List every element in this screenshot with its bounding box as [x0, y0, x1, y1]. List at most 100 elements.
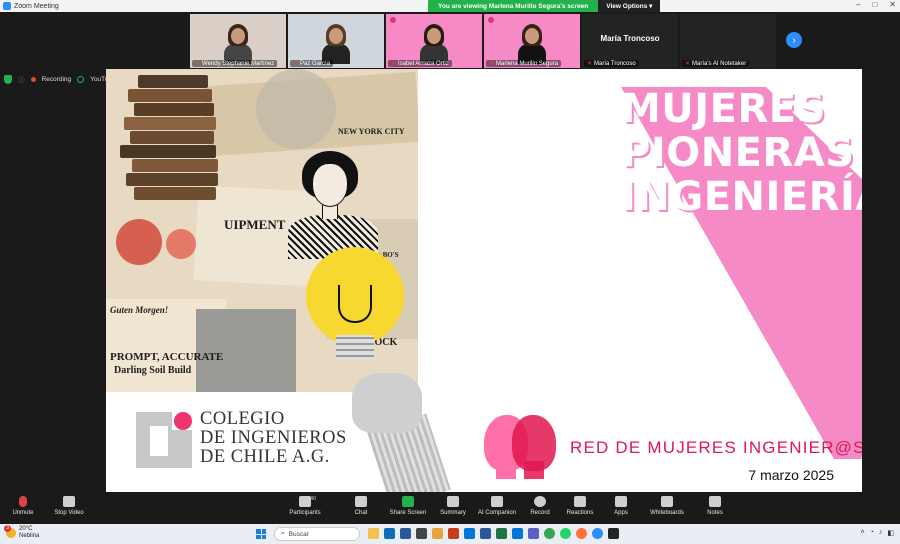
mic-muted-icon: ✕ — [685, 61, 691, 67]
participant-tile[interactable]: María Troncoso ✕ María Troncoso — [582, 14, 678, 68]
window-title: Zoom Meeting — [14, 2, 59, 10]
participant-name: María Troncoso — [594, 61, 636, 67]
taskbar-search-box[interactable]: ⌕ Buscar — [274, 527, 360, 541]
collage-text: NEW YORK CITY — [338, 127, 405, 136]
system-tray: ˄ ◔ ♪ ◧ — [861, 529, 894, 537]
next-page-button[interactable]: › — [786, 32, 802, 48]
participant-video — [322, 24, 350, 64]
whatsapp-icon[interactable] — [560, 528, 571, 539]
participant-name: Marlena Murillo Segura — [496, 61, 559, 67]
participant-video — [518, 24, 546, 64]
shield-icon[interactable] — [4, 74, 12, 84]
screen-share-banner: You are viewing Marlena Murillo Segura's… — [428, 0, 661, 12]
share-screen-icon — [402, 496, 414, 507]
two-heads-icon — [484, 415, 560, 481]
slide-date: 7 marzo 2025 — [748, 467, 834, 483]
cig-logo-icon — [136, 412, 192, 468]
participant-tile[interactable]: ✕ María's AI Notetaker — [680, 14, 776, 68]
outlook-icon[interactable] — [512, 528, 523, 539]
app-icon[interactable] — [608, 528, 619, 539]
record-icon — [534, 496, 546, 507]
teams-icon[interactable] — [528, 528, 539, 539]
participant-tile[interactable]: ✕ Isabel Arriaza Ortiz — [386, 14, 482, 68]
whiteboard-icon — [661, 496, 673, 507]
woman-portrait-illustration — [288, 149, 378, 259]
participant-tile[interactable]: ✕ Marlena Murillo Segura — [484, 14, 580, 68]
recording-dot-icon — [30, 76, 36, 82]
shared-slide: UIPMENT PROMPT, ACCURATE Darling Soil Bu… — [106, 69, 862, 494]
microphone-muted-icon — [19, 496, 27, 507]
windows-start-button[interactable] — [256, 529, 266, 539]
zoom-icon[interactable] — [592, 528, 603, 539]
chevron-up-icon[interactable]: ˄ — [861, 529, 865, 537]
chat-icon — [355, 496, 367, 507]
app-icon[interactable] — [400, 528, 411, 539]
stop-video-button[interactable]: Stop Video — [42, 496, 96, 516]
participant-name: Paz García — [300, 61, 331, 67]
rdm-logo-icon — [390, 17, 396, 23]
mic-muted-icon: ✕ — [391, 61, 397, 67]
meeting-stage: ✕ Wendy Stephanie Martínez ✕ Paz García ✕ I… — [0, 12, 900, 494]
maximize-icon[interactable]: □ — [872, 0, 877, 9]
hand-illustration — [334, 361, 454, 494]
meeting-status-row: ⓘ Recording YouTube — [4, 74, 116, 84]
network-icon[interactable]: ◔ — [870, 529, 874, 537]
app-icon[interactable] — [464, 528, 475, 539]
title-line: INGENIERÍA — [621, 174, 862, 220]
zoom-app-icon — [3, 2, 11, 10]
sun-icon: 3 — [4, 525, 16, 538]
notes-icon — [709, 496, 721, 507]
lightbulb-illustration — [302, 247, 408, 365]
firefox-icon[interactable] — [576, 528, 587, 539]
chrome-icon[interactable] — [544, 528, 555, 539]
colegio-ingenieros-logo: COLEGIO DE INGENIEROS DE CHILE A.G. — [136, 409, 347, 468]
chat-button[interactable]: Chat — [334, 496, 388, 516]
powerpoint-icon[interactable] — [448, 528, 459, 539]
notes-button[interactable]: Notes — [688, 496, 742, 516]
collage-text: Guten Morgen! — [110, 305, 169, 315]
close-icon[interactable]: ✕ — [889, 0, 896, 9]
apps-icon — [615, 496, 627, 507]
folder-icon[interactable] — [432, 528, 443, 539]
viewing-screen-label: You are viewing Marlena Murillo Segura's… — [428, 0, 599, 12]
participant-name: María's AI Notetaker — [692, 61, 747, 67]
notification-badge: 3 — [4, 525, 11, 532]
participant-video — [420, 24, 448, 64]
notifications-icon[interactable]: ◧ — [887, 529, 894, 537]
info-icon[interactable]: ⓘ — [18, 74, 25, 84]
ai-companion-icon — [491, 496, 503, 507]
book-stack — [120, 75, 230, 205]
view-options-button[interactable]: View Options ▾ — [598, 0, 661, 12]
chevron-down-icon: ▾ — [649, 3, 653, 10]
search-placeholder: Buscar — [288, 530, 309, 538]
participant-display-name: María Troncoso — [600, 34, 660, 43]
mic-muted-icon: ✕ — [489, 61, 495, 67]
volume-icon[interactable]: ♪ — [879, 529, 883, 537]
weather-temp: 20°C — [19, 526, 33, 532]
participant-gallery: ✕ Wendy Stephanie Martínez ✕ Paz García ✕ I… — [190, 14, 776, 68]
excel-icon[interactable] — [496, 528, 507, 539]
title-line: PIONERAS EN — [621, 130, 862, 176]
edge-icon[interactable] — [384, 528, 395, 539]
participant-name: Isabel Arriaza Ortiz — [398, 61, 449, 67]
participants-button[interactable]: 40 Participants — [278, 496, 332, 516]
app-icon[interactable] — [416, 528, 427, 539]
flower-illustration — [116, 219, 162, 265]
participant-tile[interactable]: ✕ Wendy Stephanie Martínez — [190, 14, 286, 68]
participant-tile[interactable]: ✕ Paz García — [288, 14, 384, 68]
taskbar-apps — [368, 528, 619, 539]
chevron-right-icon: › — [792, 34, 796, 46]
collage-text: Darling Soil Build — [114, 365, 192, 376]
word-icon[interactable] — [480, 528, 491, 539]
whiteboards-button[interactable]: Whiteboards — [640, 496, 694, 516]
file-explorer-icon[interactable] — [368, 528, 379, 539]
summary-icon — [447, 496, 459, 507]
weather-widget[interactable]: 3 20°C Neblina — [4, 525, 39, 540]
cig-line: COLEGIO — [200, 409, 285, 429]
cig-line: DE CHILE A.G. — [200, 447, 330, 467]
recording-label[interactable]: Recording — [42, 76, 72, 83]
collage-text: UIPMENT — [224, 217, 286, 232]
minimize-icon[interactable]: – — [856, 0, 860, 9]
flower-illustration — [166, 229, 196, 259]
mic-muted-icon: ✕ — [293, 61, 299, 67]
